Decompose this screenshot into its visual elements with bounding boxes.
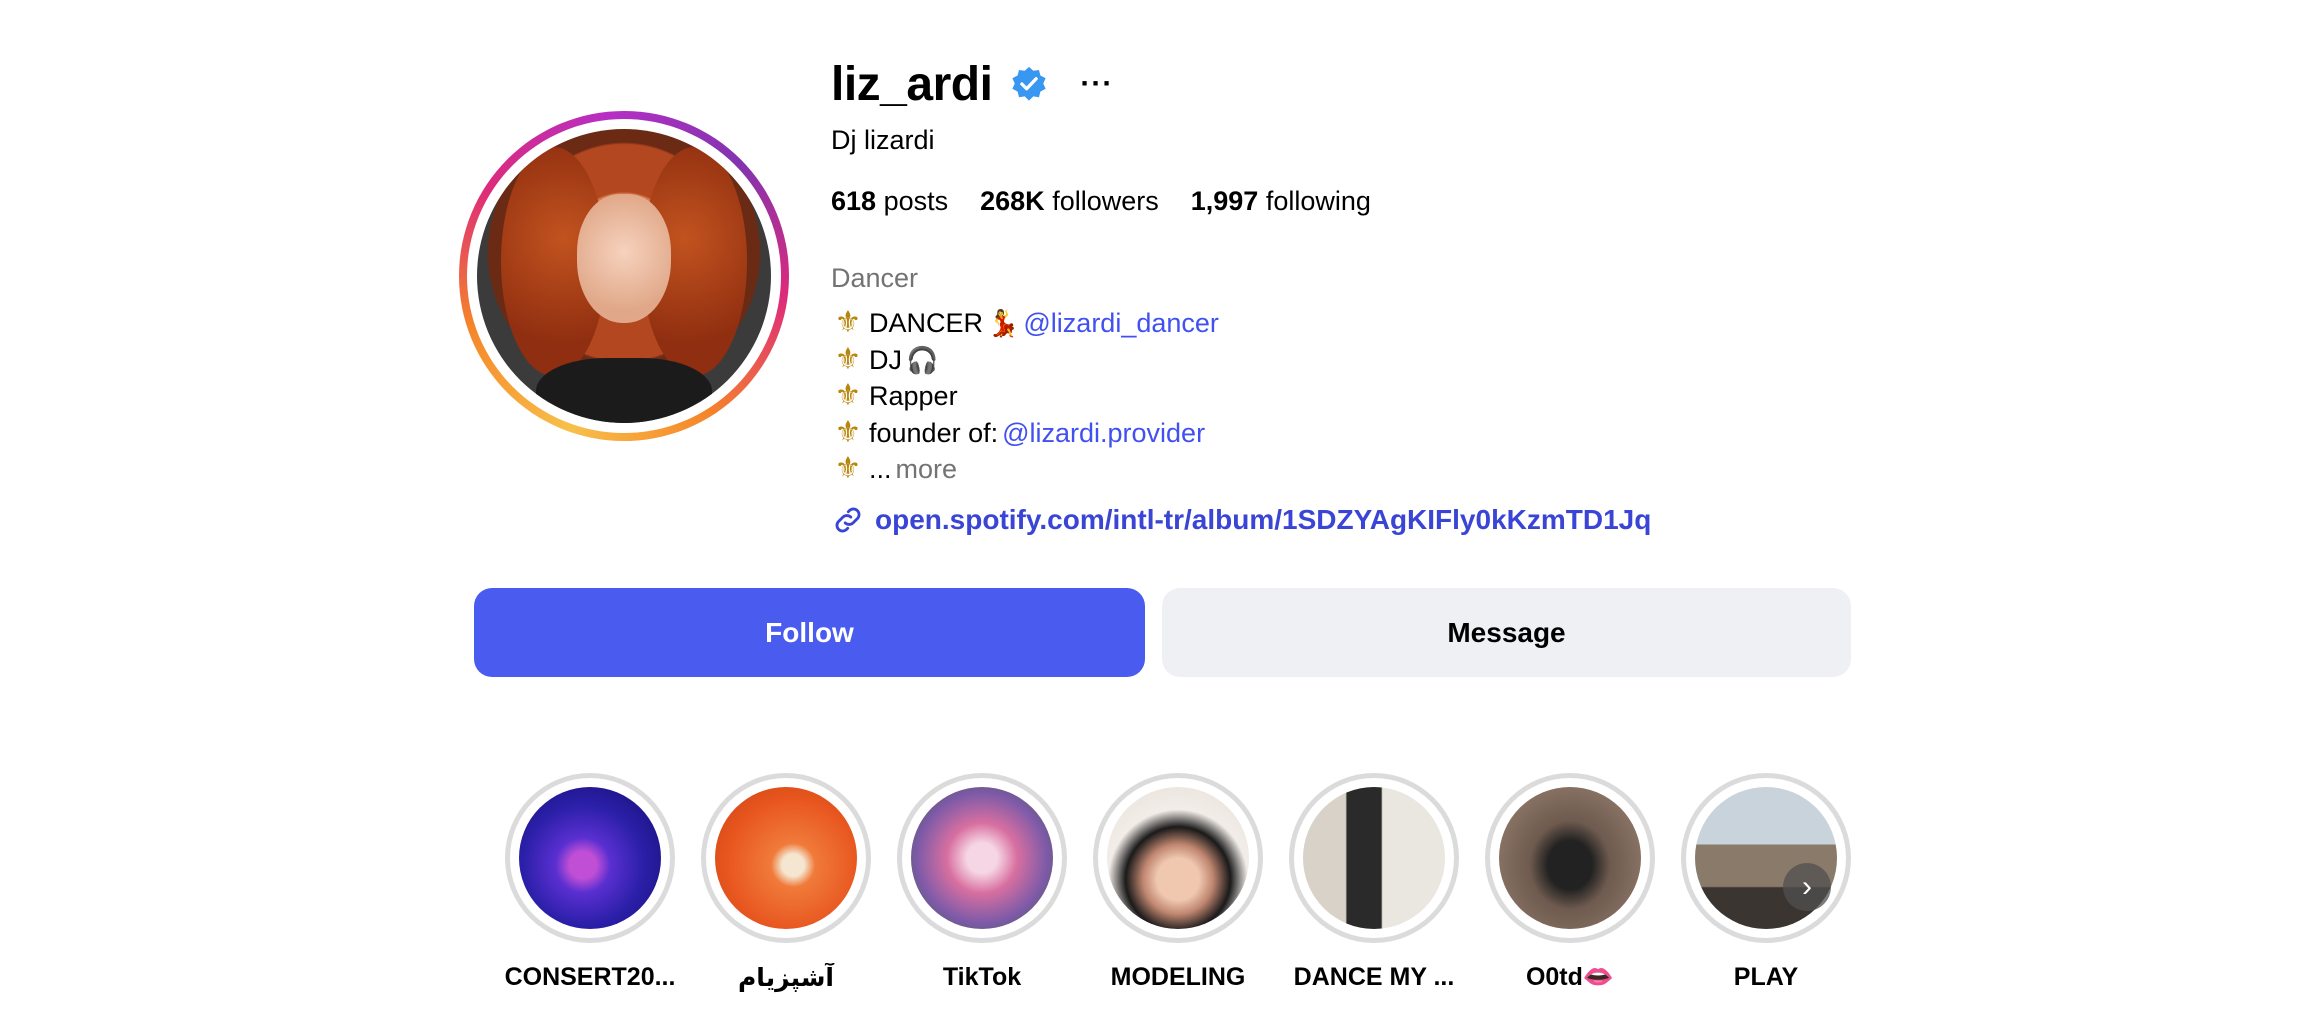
highlight-label: TikTok — [942, 963, 1022, 991]
external-link[interactable]: open.spotify.com/intl-tr/album/1SDZYAgKI… — [875, 504, 1651, 536]
fleur-de-lis-icon: ⚜ — [834, 415, 862, 449]
story-highlights: CONSERT20... آشپزیام TikTok MODELING DAN… — [500, 773, 1854, 1003]
followers-count: 268K — [980, 186, 1045, 216]
highlight-ring — [701, 773, 871, 943]
highlight-label: آشپزیام — [737, 964, 834, 992]
profile-avatar-ring[interactable] — [459, 111, 789, 441]
posts-count: 618 — [831, 186, 877, 216]
highlight-item[interactable]: O0td👄 — [1480, 773, 1660, 992]
profile-category: Dancer — [831, 263, 919, 293]
bio-more-link[interactable]: more — [896, 451, 958, 488]
follow-button[interactable]: Follow — [474, 588, 1145, 677]
highlight-label: O0td👄 — [1525, 963, 1615, 991]
posts-label: posts — [883, 186, 949, 216]
username-row: liz_ardi ··· — [831, 52, 1113, 116]
posts-stat: 618 posts — [831, 186, 948, 217]
followers-stat[interactable]: 268K followers — [980, 186, 1159, 217]
bio-text: DANCER — [869, 308, 984, 338]
highlight-label: DANCE MY ... — [1293, 963, 1455, 991]
highlight-item[interactable]: CONSERT20... — [500, 773, 680, 992]
highlight-item[interactable]: TikTok — [892, 773, 1072, 992]
bio-line: ⚜ founder of: @lizardi.provider — [831, 415, 1219, 452]
message-button[interactable]: Message — [1162, 588, 1851, 677]
verified-badge-icon — [1012, 66, 1047, 101]
following-label: following — [1265, 186, 1371, 216]
highlight-label: MODELING — [1110, 963, 1246, 991]
dancer-emoji-icon: 💃 — [987, 308, 1020, 338]
chevron-right-icon[interactable]: › — [1783, 863, 1831, 911]
highlight-cover-image — [911, 787, 1053, 929]
bio-line: ⚜ ... more — [831, 451, 1219, 488]
highlight-label: PLAY — [1733, 963, 1799, 991]
highlight-cover-image — [1303, 787, 1445, 929]
fleur-de-lis-icon: ⚜ — [834, 379, 862, 412]
followers-label: followers — [1052, 186, 1159, 216]
highlight-ring — [1681, 773, 1851, 943]
profile-stats: 618 posts 268K followers 1,997 following — [831, 186, 1371, 217]
highlight-item[interactable]: آشپزیام — [696, 773, 876, 993]
highlight-cover-image — [519, 787, 661, 929]
highlight-item[interactable]: DANCE MY ... — [1284, 773, 1464, 992]
external-link-row: open.spotify.com/intl-tr/album/1SDZYAgKI… — [831, 503, 1651, 537]
fleur-de-lis-icon: ⚜ — [834, 342, 862, 376]
headphones-emoji-icon: 🎧 — [906, 344, 939, 375]
full-name: Dj lizardi — [831, 125, 935, 155]
fleur-de-lis-icon: ⚜ — [834, 306, 862, 339]
highlight-cover-image — [1499, 787, 1641, 929]
highlight-ring — [897, 773, 1067, 943]
highlight-ring — [1289, 773, 1459, 943]
bio-line: ⚜ DANCER 💃 @lizardi_dancer — [831, 305, 1219, 342]
bio-text: DJ — [869, 344, 902, 375]
highlight-cover-image — [1107, 787, 1249, 929]
highlight-ring — [505, 773, 675, 943]
bio-mention-dancer[interactable]: @lizardi_dancer — [1023, 305, 1219, 342]
highlight-cover-image — [715, 787, 857, 929]
bio-text: founder of: — [869, 417, 999, 448]
avatar-clothing — [535, 358, 713, 423]
bio-text: Rapper — [869, 381, 958, 411]
bio-mention-provider[interactable]: @lizardi.provider — [1002, 415, 1205, 452]
highlight-ring — [1485, 773, 1655, 943]
bio-text: ... — [869, 454, 892, 484]
bio-line: ⚜ Rapper — [831, 378, 1219, 415]
following-count: 1,997 — [1190, 186, 1259, 216]
fleur-de-lis-icon: ⚜ — [834, 452, 862, 485]
highlight-label: CONSERT20... — [504, 963, 676, 991]
highlight-ring — [1093, 773, 1263, 943]
more-options-icon[interactable]: ··· — [1080, 67, 1113, 101]
following-stat[interactable]: 1,997 following — [1191, 186, 1371, 217]
avatar[interactable] — [477, 129, 771, 423]
link-icon — [835, 507, 861, 533]
bio-line: ⚜ DJ 🎧 — [831, 342, 1219, 379]
profile-bio: ⚜ DANCER 💃 @lizardi_dancer ⚜ DJ 🎧 ⚜ Rapp… — [831, 305, 1219, 488]
highlight-item[interactable]: MODELING — [1088, 773, 1268, 992]
username[interactable]: liz_ardi — [831, 57, 993, 112]
avatar-face — [576, 193, 672, 324]
